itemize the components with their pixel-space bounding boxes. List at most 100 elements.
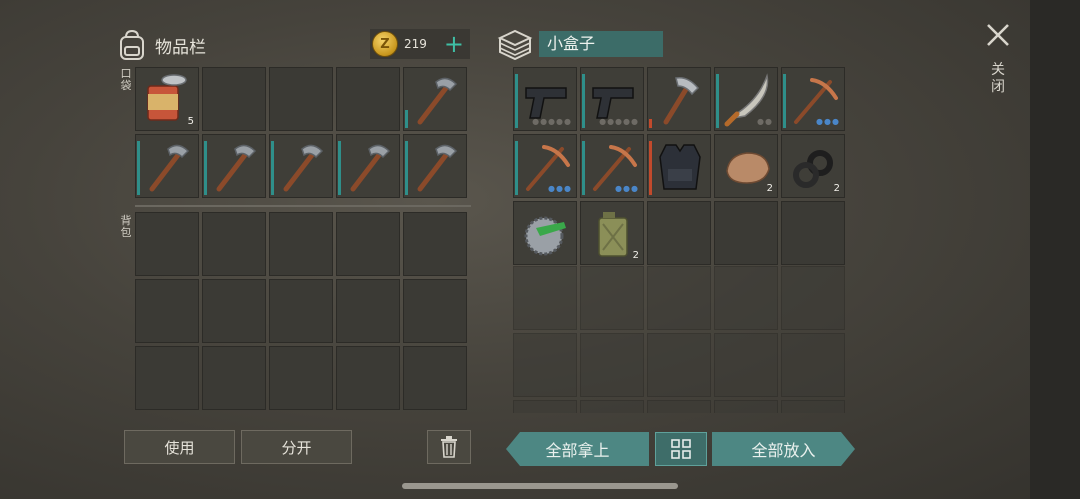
- item-quantity: 2: [632, 250, 639, 261]
- empty-slot[interactable]: [202, 67, 266, 131]
- hammer-pick-slot[interactable]: [202, 134, 266, 198]
- locked-slot: [714, 266, 778, 330]
- locked-slot: [781, 266, 845, 330]
- ore-slot[interactable]: 2: [714, 134, 778, 198]
- empty-slot[interactable]: [269, 279, 333, 343]
- durability-bar: [649, 119, 652, 128]
- item-quantity: 5: [187, 116, 194, 127]
- inventory-title: 物品栏: [155, 37, 206, 58]
- hammer-pick-slot[interactable]: [403, 67, 467, 131]
- coin-icon: Z: [372, 31, 398, 57]
- side-panel-background: [1030, 0, 1080, 499]
- empty-slot[interactable]: [336, 279, 400, 343]
- trash-icon: [441, 436, 457, 458]
- item-quantity: 2: [833, 183, 840, 194]
- locked-slot: [580, 400, 644, 413]
- empty-slot[interactable]: [403, 279, 467, 343]
- armor-vest-slot[interactable]: [647, 134, 711, 198]
- backpack-grid: [135, 212, 467, 410]
- section-divider: [135, 205, 471, 207]
- empty-slot[interactable]: [135, 212, 199, 276]
- empty-slot[interactable]: [336, 346, 400, 410]
- locked-slot: [647, 266, 711, 330]
- pickaxe-slot[interactable]: ●●●: [781, 67, 845, 131]
- tape-slot[interactable]: 2: [781, 134, 845, 198]
- put-all-button[interactable]: 全部放入: [712, 432, 855, 466]
- locked-slot: [580, 266, 644, 330]
- canned-food-slot[interactable]: 5: [135, 67, 199, 131]
- locked-slot: [647, 400, 711, 413]
- durability-bar: [271, 141, 274, 195]
- close-icon[interactable]: [985, 22, 1011, 48]
- upgrade-dots: ●●●: [548, 184, 572, 193]
- durability-bar: [716, 74, 719, 128]
- empty-slot[interactable]: [269, 346, 333, 410]
- empty-slot[interactable]: [269, 212, 333, 276]
- upgrade-dots: ●●●●●: [599, 117, 639, 126]
- empty-slot[interactable]: [403, 212, 467, 276]
- locked-slot: [580, 333, 644, 397]
- locked-slot: [714, 400, 778, 413]
- trash-button[interactable]: [427, 430, 471, 464]
- add-coins-button[interactable]: +: [444, 29, 464, 59]
- durability-bar: [338, 141, 341, 195]
- container-name: 小盒子: [539, 31, 663, 57]
- axe-slot[interactable]: [647, 67, 711, 131]
- backpack-icon: [120, 29, 144, 60]
- take-all-button[interactable]: 全部拿上: [506, 432, 649, 466]
- hammer-pick-slot[interactable]: [403, 134, 467, 198]
- saw-blade-slot[interactable]: [513, 201, 577, 265]
- empty-slot[interactable]: [135, 346, 199, 410]
- container-locked-grid: [513, 266, 845, 413]
- durability-bar: [405, 141, 408, 195]
- empty-slot[interactable]: [202, 279, 266, 343]
- empty-slot[interactable]: [269, 67, 333, 131]
- split-button[interactable]: 分开: [241, 430, 352, 464]
- backpack-label: 背包: [120, 214, 132, 239]
- locked-slot: [781, 400, 845, 413]
- empty-slot[interactable]: [647, 201, 711, 265]
- hammer-pick-slot[interactable]: [135, 134, 199, 198]
- locked-slot: [714, 333, 778, 397]
- empty-slot[interactable]: [403, 346, 467, 410]
- empty-slot[interactable]: [781, 201, 845, 265]
- durability-bar: [582, 74, 585, 128]
- upgrade-dots: ●●●: [816, 117, 840, 126]
- sort-button[interactable]: [655, 432, 707, 466]
- pistol-slot[interactable]: ●●●●●: [580, 67, 644, 131]
- home-indicator[interactable]: [402, 483, 678, 489]
- upgrade-dots: ●●: [757, 117, 773, 126]
- pistol-slot[interactable]: ●●●●●: [513, 67, 577, 131]
- hammer-pick-slot[interactable]: [336, 134, 400, 198]
- empty-slot[interactable]: [202, 212, 266, 276]
- durability-bar: [783, 74, 786, 128]
- pocket-label: 口袋: [120, 67, 132, 92]
- upgrade-dots: ●●●: [615, 184, 639, 193]
- hammer-pick-slot[interactable]: [269, 134, 333, 198]
- box-icon: [497, 29, 533, 60]
- pickaxe-slot[interactable]: ●●●: [513, 134, 577, 198]
- empty-slot[interactable]: [336, 67, 400, 131]
- machete-slot[interactable]: ●●: [714, 67, 778, 131]
- empty-slot[interactable]: [714, 201, 778, 265]
- durability-bar: [582, 141, 585, 195]
- use-button[interactable]: 使用: [124, 430, 235, 464]
- locked-slot: [513, 400, 577, 413]
- container-grid: ●●●●● ●●●●● ●● ●●● ●●● ●●● 2 2 2: [513, 67, 845, 265]
- jerrycan-slot[interactable]: 2: [580, 201, 644, 265]
- coin-count: 219: [404, 37, 427, 51]
- locked-slot: [513, 266, 577, 330]
- durability-bar: [649, 141, 652, 195]
- empty-slot[interactable]: [336, 212, 400, 276]
- empty-slot[interactable]: [202, 346, 266, 410]
- container-header: 小盒子: [497, 27, 663, 61]
- locked-slot: [647, 333, 711, 397]
- grid-icon: [671, 439, 691, 459]
- pickaxe-slot[interactable]: ●●●: [580, 134, 644, 198]
- pocket-grid: 5: [135, 67, 467, 198]
- durability-bar: [515, 141, 518, 195]
- item-quantity: 2: [766, 183, 773, 194]
- close-label[interactable]: 关闭: [989, 62, 1007, 96]
- locked-slot: [513, 333, 577, 397]
- empty-slot[interactable]: [135, 279, 199, 343]
